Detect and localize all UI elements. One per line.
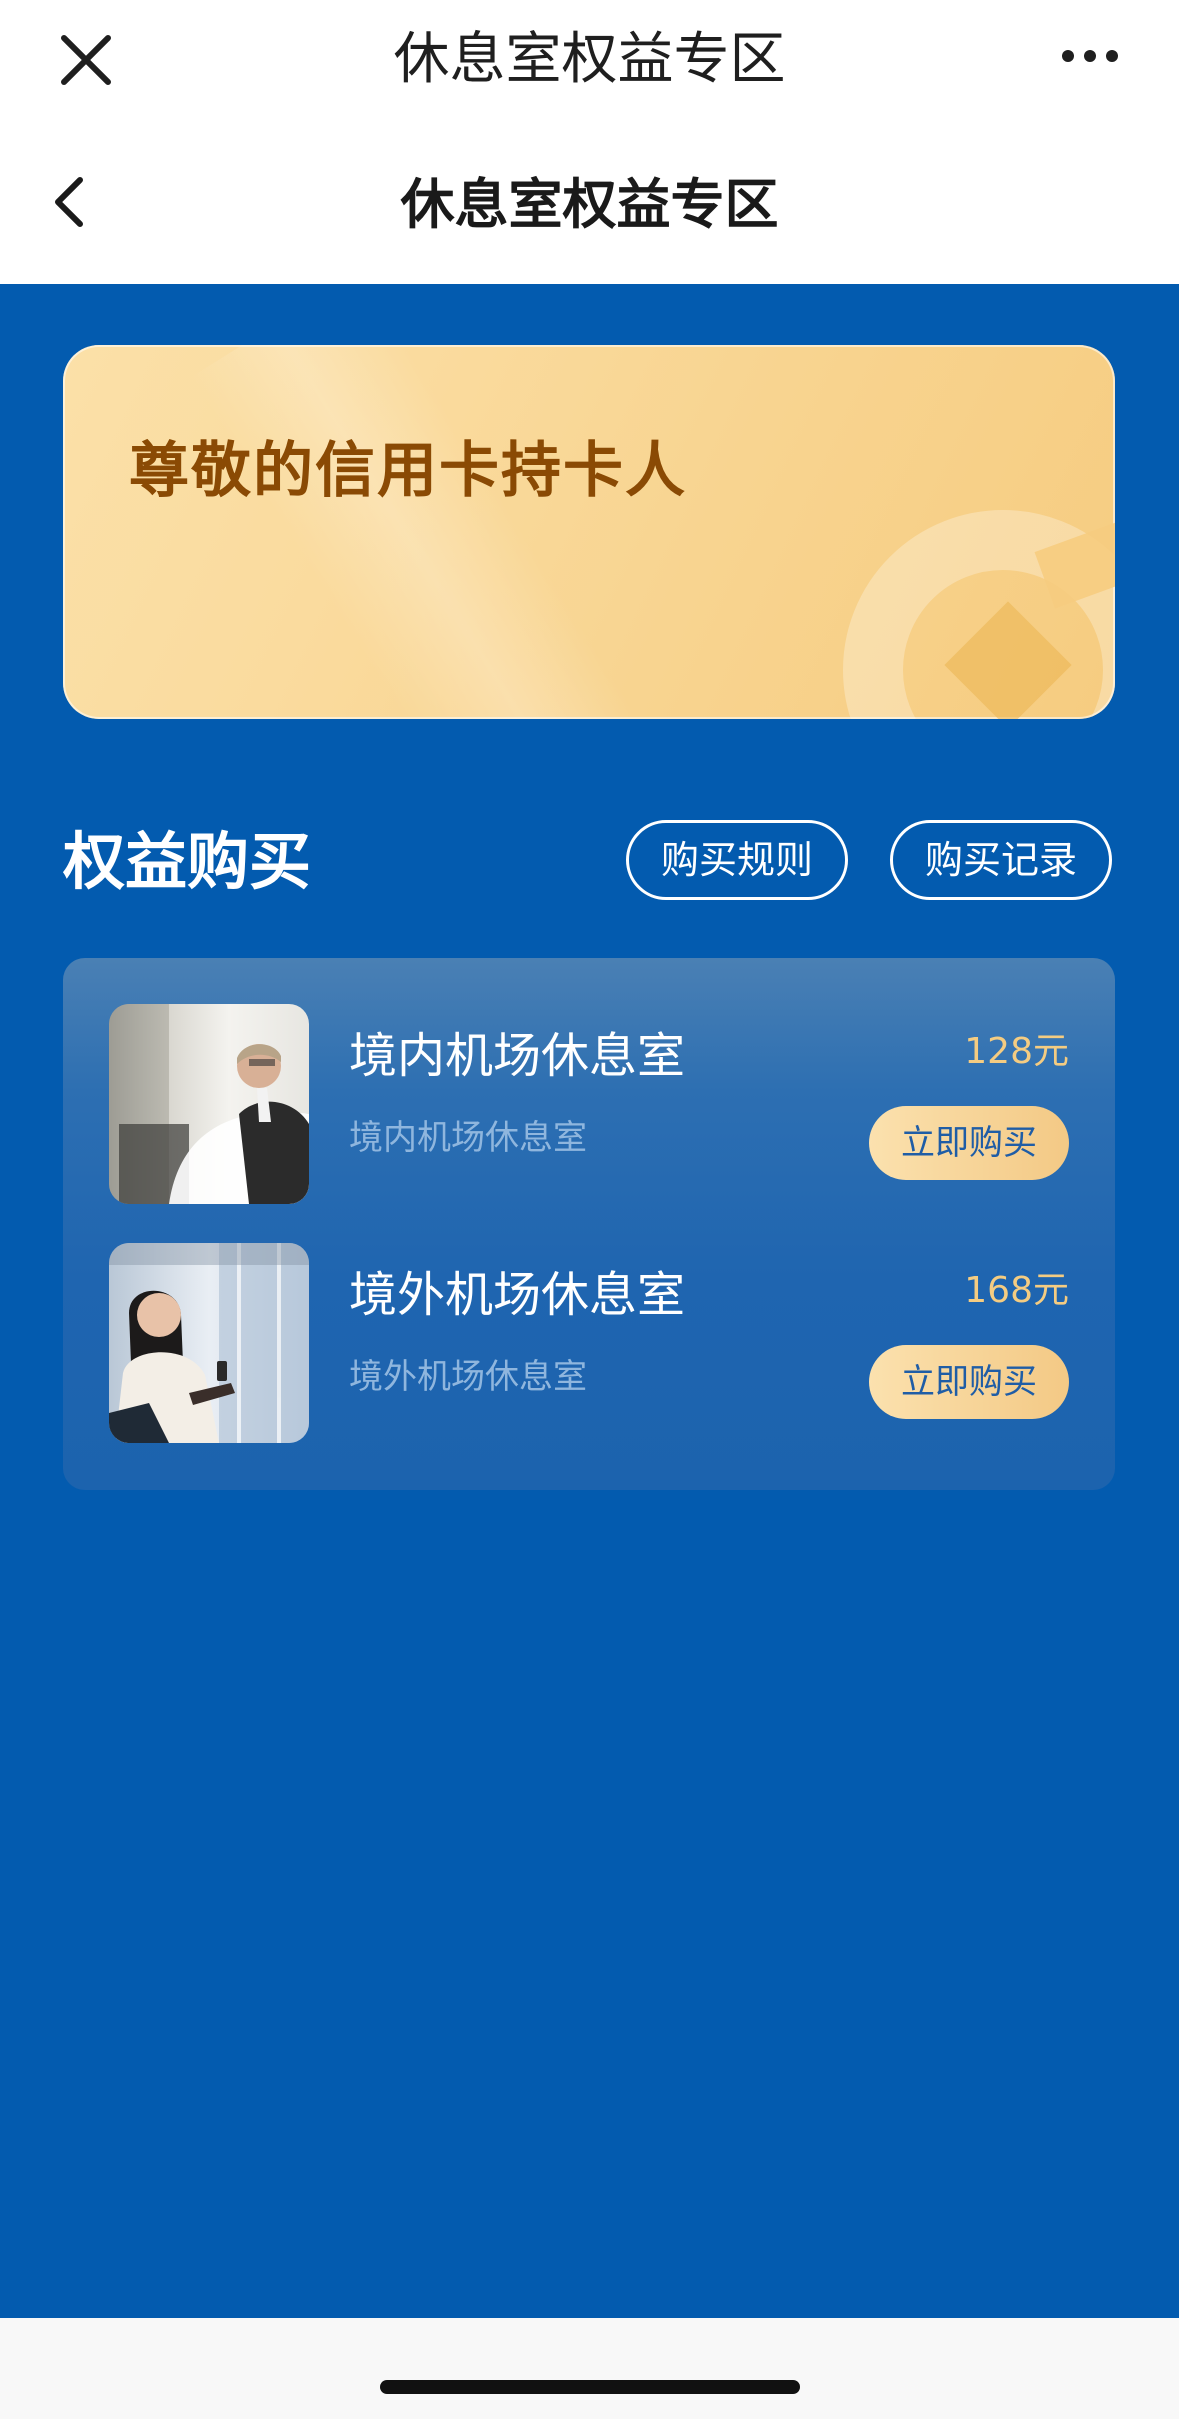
list-item: 境外机场休息室 境外机场休息室 168元 立即购买	[63, 1243, 1115, 1443]
product-name: 境外机场休息室	[349, 1267, 686, 1323]
product-subtitle: 境内机场休息室	[349, 1118, 587, 1158]
bank-logo-watermark-icon	[843, 510, 1115, 719]
back-button[interactable]	[46, 172, 96, 232]
cardholder-banner: 尊敬的信用卡持卡人	[63, 345, 1115, 719]
home-indicator[interactable]	[380, 2380, 800, 2394]
purchase-rules-button[interactable]: 购买规则	[626, 820, 848, 900]
home-indicator-area	[0, 2318, 1179, 2419]
product-price: 128元	[964, 1031, 1069, 1072]
page-navbar: 休息室权益专区	[0, 120, 1179, 284]
buy-now-button[interactable]: 立即购买	[869, 1106, 1069, 1180]
close-button[interactable]	[56, 30, 116, 90]
section-title: 权益购买	[63, 825, 312, 898]
product-subtitle: 境外机场休息室	[349, 1357, 587, 1397]
purchase-records-button[interactable]: 购买记录	[890, 820, 1112, 900]
list-item: 境内机场休息室 境内机场休息室 128元 立即购买	[63, 1004, 1115, 1204]
banner-greeting: 尊敬的信用卡持卡人	[129, 436, 687, 506]
domestic-lounge-photo	[109, 1004, 309, 1204]
page-title: 休息室权益专区	[400, 173, 779, 236]
product-price: 168元	[964, 1270, 1069, 1311]
webview-title: 休息室权益专区	[393, 27, 786, 92]
buy-now-button[interactable]: 立即购买	[869, 1345, 1069, 1419]
product-list: 境内机场休息室 境内机场休息室 128元 立即购买 境外机场休息室 境外机场休息…	[63, 958, 1115, 1490]
more-icon	[1062, 50, 1118, 62]
overseas-lounge-photo	[109, 1243, 309, 1443]
chevron-left-icon	[55, 177, 83, 227]
close-icon	[61, 35, 111, 85]
product-name: 境内机场休息室	[349, 1028, 686, 1084]
more-button[interactable]	[1058, 44, 1122, 68]
webview-topbar: 休息室权益专区	[0, 0, 1179, 120]
banner-shine-decoration	[190, 345, 636, 719]
